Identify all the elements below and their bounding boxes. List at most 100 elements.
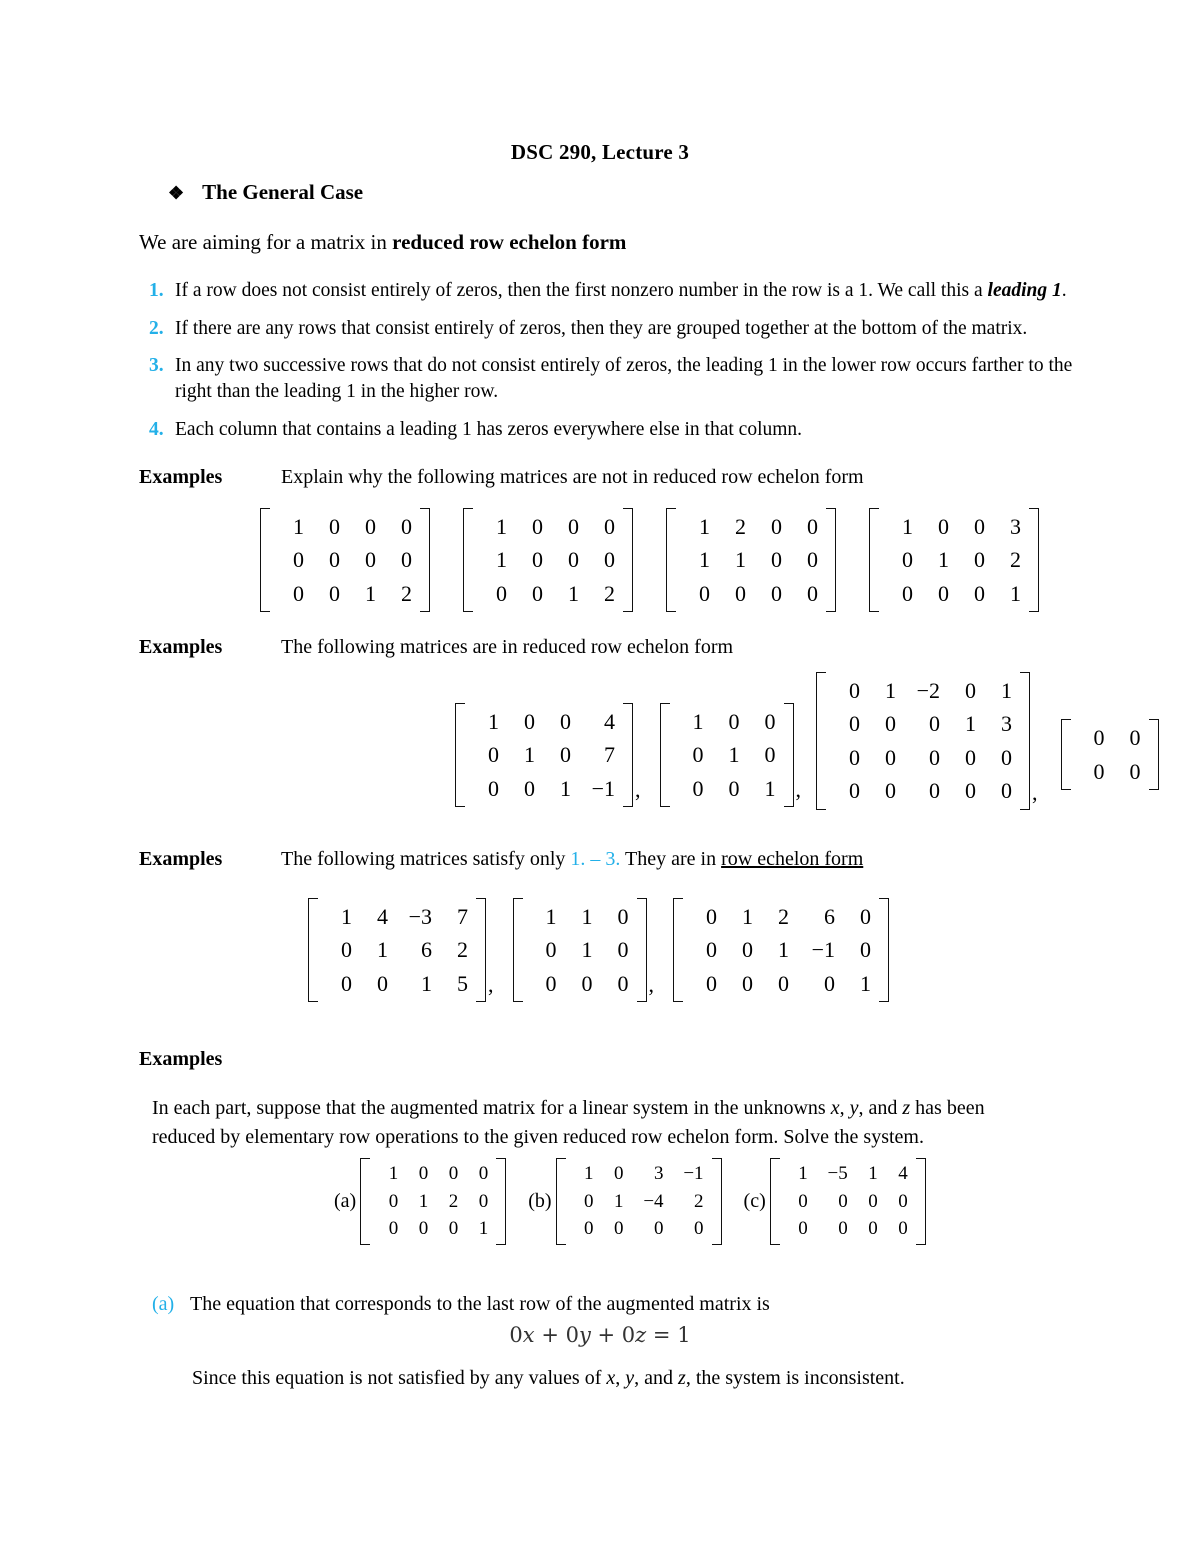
matrix-cell: 0 [849, 678, 860, 703]
matrix-wrap: 00 00 [1060, 719, 1159, 791]
matrix-cell: 0 [1001, 744, 1012, 770]
eq-op-2: + [590, 1323, 622, 1347]
examples-label: Examples [139, 636, 223, 658]
matrix-cell: −5 [827, 1163, 848, 1184]
matrix-cell: 0 [965, 744, 976, 770]
matrix-cell: 0 [448, 1163, 459, 1184]
equation-display: 0x + 0y + 0z = 1 [0, 1323, 1200, 1347]
bracket-right [476, 898, 486, 1003]
matrix-row: 00 15 [321, 967, 473, 1000]
examples-4-label: Examples [139, 1048, 223, 1070]
rule-text-before: If a row does not consist entirely of ze… [175, 280, 988, 301]
matrix-cell: 0 [341, 937, 352, 963]
matrix-body: 1000 0120 0001 [370, 1158, 496, 1245]
matrix: 1 4 −3 7 0162 0015 [308, 898, 486, 1003]
bracket-right [420, 508, 430, 613]
matrix-cell: 1 [742, 904, 753, 929]
matrix-cell: 0 [418, 1163, 429, 1184]
matrix-cell: 1 [421, 970, 432, 996]
matrix-cell: 0 [807, 580, 818, 606]
matrix-row: 010 7 [468, 738, 620, 771]
matrix-cell: 0 [560, 708, 571, 734]
matrix-row: 0000 [783, 1188, 913, 1216]
matrix-cell: 0 [938, 580, 949, 606]
matrix-cell: −1 [811, 937, 835, 963]
matrix-cell: 1 [341, 904, 352, 929]
matrix-cell: 0 [692, 742, 704, 768]
conclusion-sep-2: , and [634, 1367, 679, 1389]
intro-strong: reduced row echelon form [392, 230, 627, 254]
matrix-wrap: 01260 0 0 1 −1 0 00001 [673, 898, 889, 1003]
answer-part-label: (a) [152, 1293, 175, 1315]
matrix-row: 0000 [273, 543, 417, 576]
matrix-cell: 0 [885, 744, 896, 770]
matrix-wrap: (c) 1 −5 1 4 0000 0000 [744, 1158, 926, 1245]
matrix-body: 1003 0102 0001 [879, 508, 1029, 612]
rule-number: 3. [149, 355, 164, 377]
matrix-cell: 2 [694, 1190, 704, 1212]
matrix-row: 010 [673, 738, 781, 771]
rule-number: 4. [149, 418, 164, 440]
matrix-cell: 7 [457, 904, 468, 929]
matrix-row: 010 [526, 933, 634, 966]
matrix-cell: 0 [706, 904, 717, 929]
bracket-right [879, 898, 889, 1003]
final-example-prose: In each part, suppose that the augmented… [152, 1094, 1052, 1152]
matrix-wrap: 1000 1000 0012 [463, 508, 633, 613]
matrix-cell: 1 [735, 547, 746, 573]
matrix-separator: , [635, 777, 641, 803]
matrix-wrap: 1004 0107 0 0 1 −1 , [455, 702, 648, 808]
examples-label: Examples [139, 466, 223, 488]
matrix-cell: 0 [329, 580, 340, 606]
matrix-cell: 0 [584, 1190, 594, 1212]
prose-sep-2: , and [858, 1097, 903, 1119]
matrix-cell: 0 [365, 514, 376, 539]
matrix-row: 0 1 −2 0 1 [829, 674, 1017, 707]
matrix-wrap: 1 4 −3 7 0162 0015 , [308, 898, 501, 1003]
matrix: 1000 1000 0012 [463, 508, 633, 613]
matrix-cell: 0 [764, 742, 776, 768]
matrix-row: 1200 [679, 510, 823, 543]
matrix-cell: 0 [706, 937, 717, 963]
matrix-cell: 0 [868, 1218, 878, 1240]
matrix-cell: 1 [388, 1163, 399, 1184]
matrix-cell: 0 [496, 580, 507, 606]
intro-prefix: We are aiming for a matrix in [139, 230, 393, 254]
matrix-row: 00000 [829, 741, 1017, 774]
matrix-row: 00013 [829, 707, 1017, 740]
matrix-cell: 0 [524, 775, 535, 801]
matrix-body: 1200 1100 0000 [676, 508, 826, 612]
section-heading-label: The General Case [202, 180, 364, 204]
examples-1-matrices: 1000 0000 0012 1000 1000 0012 1 2 0 0 1 … [260, 508, 1039, 613]
matrix-row: 001 [673, 772, 781, 805]
matrix-cell: 0 [1001, 778, 1012, 804]
matrix-row: 1000 [476, 543, 620, 576]
matrix-cell: 0 [868, 1190, 878, 1212]
matrix-wrap: 110 010 000 , [512, 898, 662, 1003]
matrix-body: 100 010 001 [670, 703, 784, 807]
matrix-cell: 0 [293, 547, 304, 573]
matrix-cell: 0 [974, 547, 985, 573]
matrix-cell: 0 [478, 1163, 489, 1184]
matrix-row: 100 [673, 705, 781, 738]
matrix-cell: 6 [824, 904, 835, 929]
matrix-cell: 0 [699, 580, 710, 606]
bracket-left [769, 1158, 780, 1245]
matrix-cell: 1 [860, 970, 871, 996]
bracket-right [783, 702, 794, 808]
conclusion-b: , the system is inconsistent. [685, 1367, 905, 1389]
matrix-row: 0000 [679, 577, 823, 610]
matrix-cell: 0 [560, 742, 571, 768]
matrix-wrap: (a) 1000 0120 0001 [334, 1158, 507, 1245]
matrix-row: 0000 [569, 1215, 709, 1243]
matrix-cell: 2 [778, 904, 789, 929]
prose-sep-1: , [839, 1097, 850, 1119]
matrix-wrap: 1200 1100 0000 [666, 508, 836, 613]
matrix-cell: 0 [902, 580, 913, 606]
matrix-cell: 0 [735, 580, 746, 606]
rule-number: 1. [149, 280, 164, 301]
matrix-cell: 0 [654, 1218, 664, 1240]
matrix-cell: 0 [885, 711, 896, 737]
matrix-body: 01260 0 0 1 −1 0 00001 [683, 898, 879, 1002]
matrix-cell: 0 [545, 970, 557, 996]
